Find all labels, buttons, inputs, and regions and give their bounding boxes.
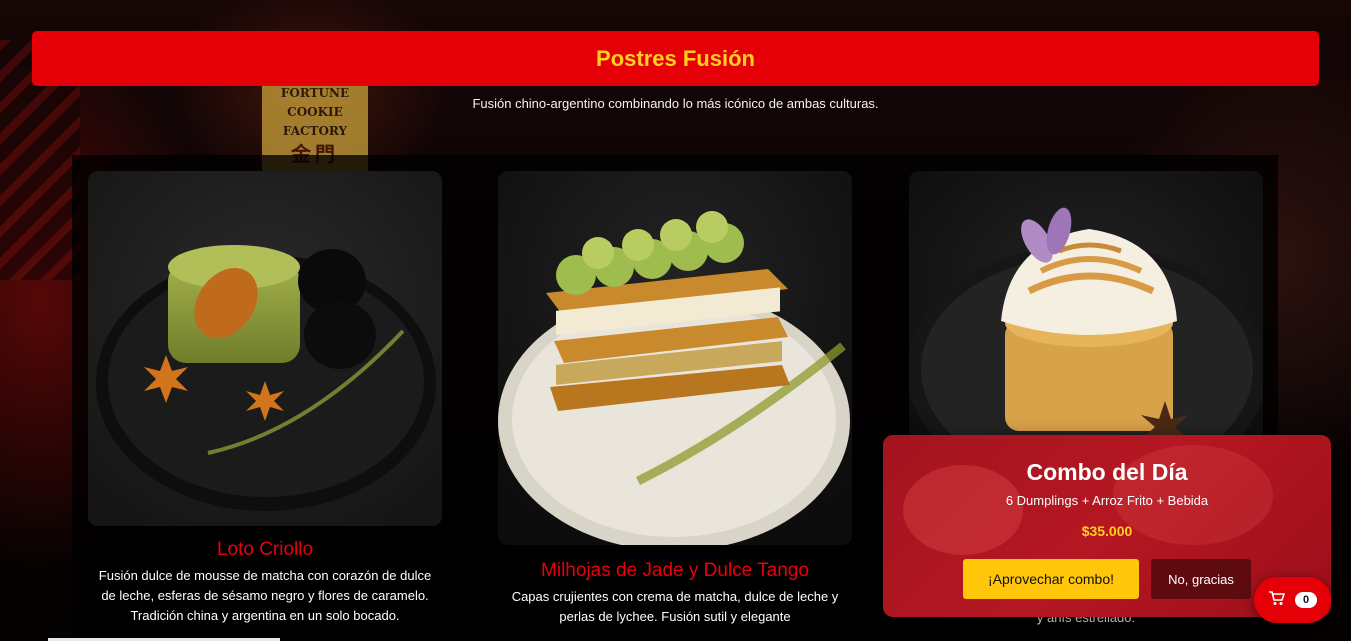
page-title: Postres Fusión [596, 45, 755, 71]
dessert-card[interactable]: y anís estrellado. [909, 171, 1263, 625]
dessert-name: Milhojas de Jade y Dulce Tango [541, 560, 809, 581]
combo-title: Combo del Día [1026, 459, 1188, 485]
accept-combo-button[interactable]: ¡Aprovechar combo! [963, 559, 1139, 599]
dessert-card[interactable]: Loto Criollo Fusión dulce de mousse de m… [88, 171, 442, 626]
dessert-name: Loto Criollo [216, 539, 314, 560]
decline-combo-button[interactable]: No, gracias [1151, 559, 1251, 599]
header-banner: Postres Fusión [32, 31, 1319, 86]
cart-count-badge: 0 [1295, 592, 1317, 608]
dessert-image [498, 171, 852, 545]
dessert-image [909, 171, 1263, 471]
page-subtitle: Fusión chino-argentino combinando lo más… [472, 96, 879, 111]
combo-price: $35.000 [1081, 523, 1133, 539]
dessert-description: Capas crujientes con crema de matcha, du… [511, 589, 839, 624]
dessert-description: Fusión dulce de mousse de matcha con cor… [98, 568, 432, 623]
combo-description: 6 Dumplings + Arroz Frito + Bebida [1005, 493, 1209, 508]
shopping-cart-icon [1268, 591, 1286, 609]
cart-button[interactable]: 0 [1254, 577, 1331, 623]
dessert-image [88, 171, 442, 526]
dessert-card[interactable]: Milhojas de Jade y Dulce Tango Capas cru… [498, 171, 852, 627]
